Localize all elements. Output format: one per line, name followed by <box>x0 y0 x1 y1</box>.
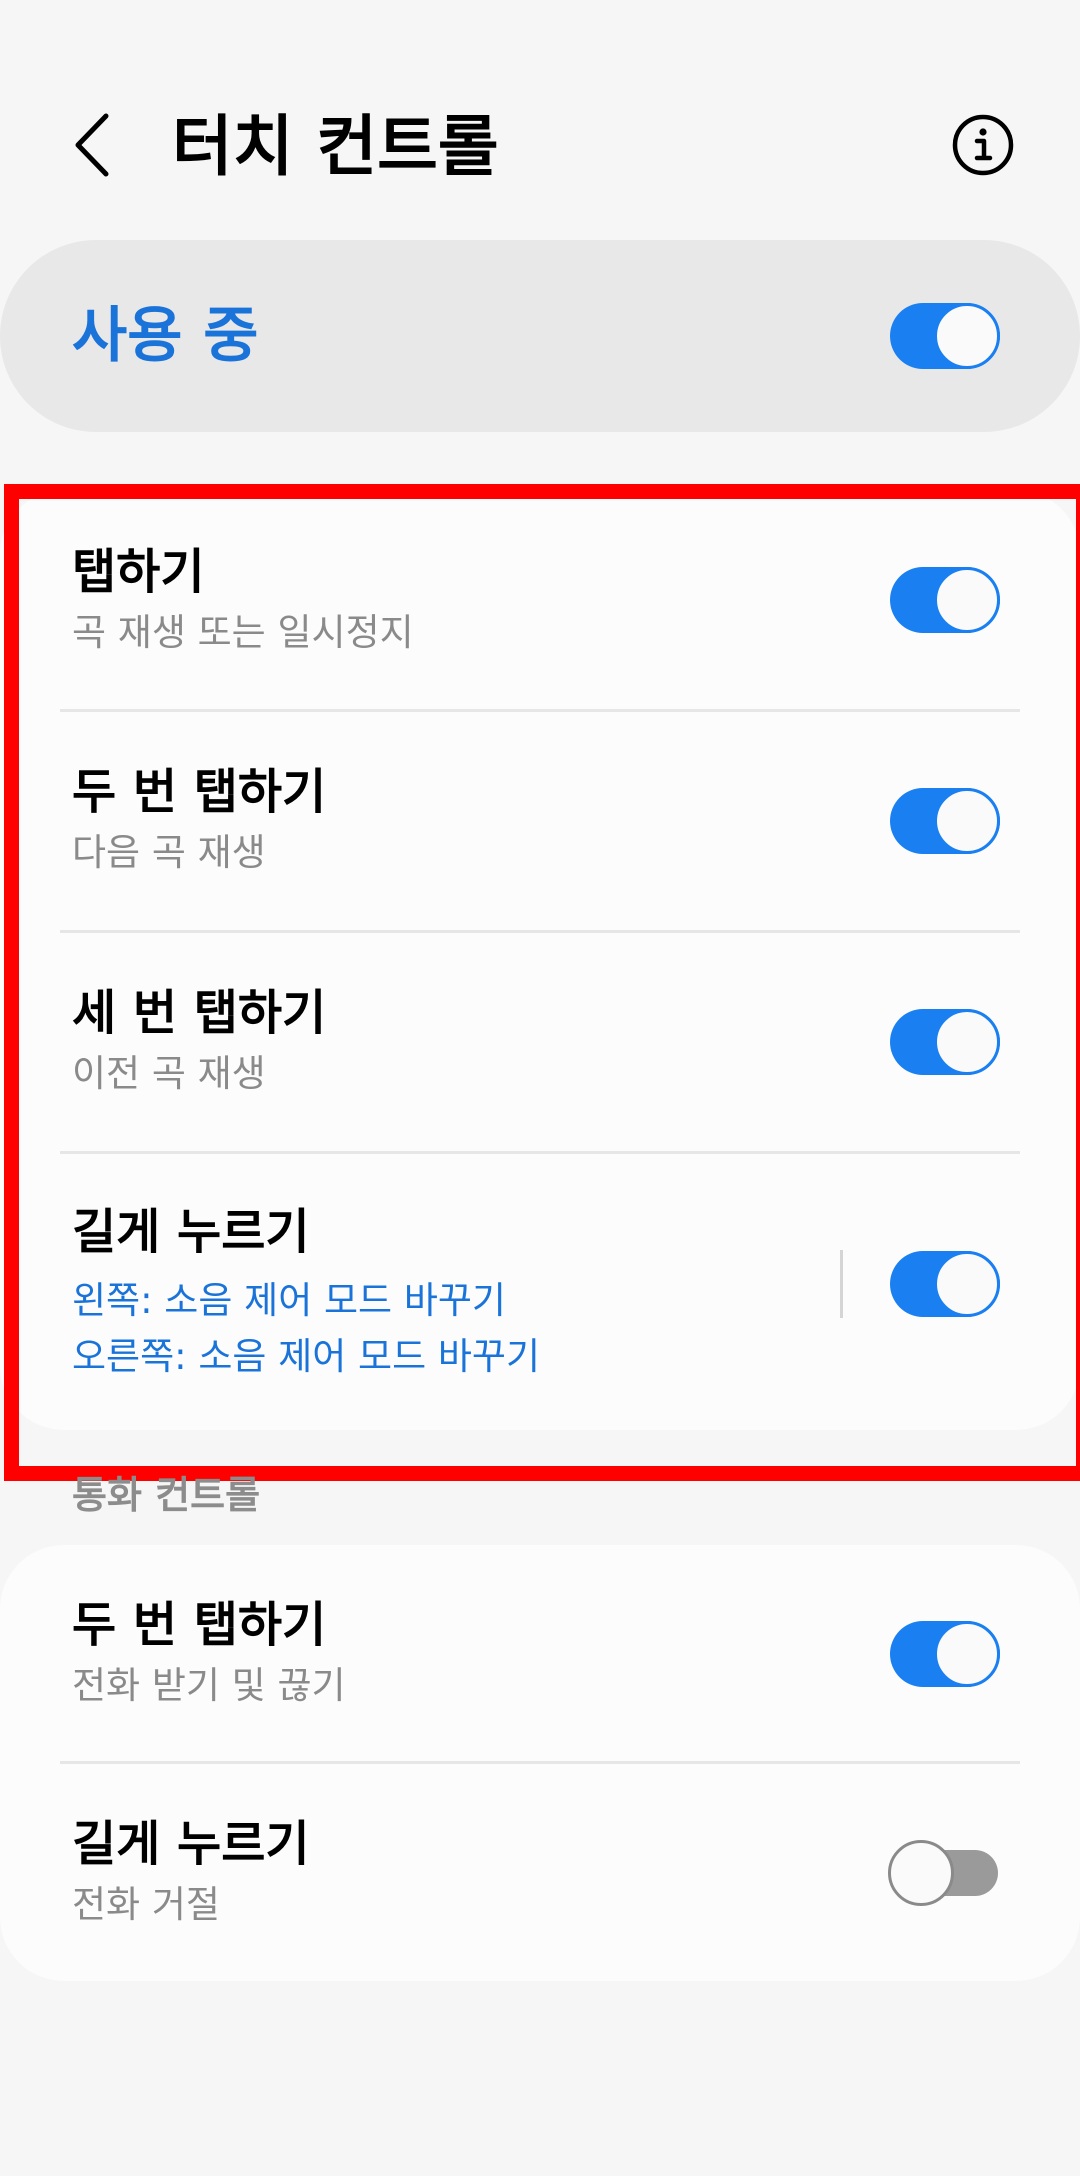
setting-title: 탭하기 <box>72 544 205 600</box>
tap-toggle[interactable] <box>890 567 1000 633</box>
triple-tap-toggle[interactable] <box>890 1009 1000 1075</box>
setting-title: 두 번 탭하기 <box>72 1597 327 1653</box>
page-title: 터치 컨트롤 <box>172 108 499 185</box>
info-button[interactable] <box>950 112 1016 178</box>
app-bar: 터치 컨트롤 <box>0 0 1080 240</box>
call-double-tap-toggle[interactable] <box>890 1621 1000 1687</box>
setting-row-triple-tap[interactable]: 세 번 탭하기 이전 곡 재생 <box>0 933 1080 1153</box>
back-button[interactable] <box>70 110 130 180</box>
info-icon <box>952 114 1014 176</box>
master-switch-label: 사용 중 <box>72 301 259 371</box>
setting-title: 세 번 탭하기 <box>72 985 327 1041</box>
setting-title: 두 번 탭하기 <box>72 764 327 820</box>
section-header-call-controls: 통화 컨트롤 <box>72 1473 261 1517</box>
setting-row-call-touch-and-hold[interactable]: 길게 누르기 전화 거절 <box>0 1764 1080 1981</box>
setting-subtitle: 전화 거절 <box>72 1883 220 1926</box>
setting-title: 길게 누르기 <box>72 1816 310 1872</box>
touch-and-hold-toggle[interactable] <box>890 1251 1000 1317</box>
master-toggle[interactable] <box>890 303 1000 369</box>
touch-controls-card: 탭하기 곡 재생 또는 일시정지 두 번 탭하기 다음 곡 재생 세 번 탭하기… <box>0 490 1080 1430</box>
call-controls-card: 두 번 탭하기 전화 받기 및 끊기 길게 누르기 전화 거절 <box>0 1545 1080 1981</box>
setting-row-touch-and-hold[interactable]: 길게 누르기 왼쪽: 소음 제어 모드 바꾸기 오른쪽: 소음 제어 모드 바꾸… <box>0 1154 1080 1430</box>
call-touch-and-hold-toggle[interactable] <box>888 1840 998 1906</box>
setting-row-double-tap[interactable]: 두 번 탭하기 다음 곡 재생 <box>0 712 1080 932</box>
setting-row-tap[interactable]: 탭하기 곡 재생 또는 일시정지 <box>0 490 1080 710</box>
toggle-knob <box>888 1840 954 1906</box>
setting-subtitle: 곡 재생 또는 일시정지 <box>72 611 414 654</box>
setting-title: 길게 누르기 <box>72 1204 310 1260</box>
vertical-separator <box>840 1250 843 1318</box>
toggle-knob <box>934 1009 1000 1075</box>
setting-row-call-double-tap[interactable]: 두 번 탭하기 전화 받기 및 끊기 <box>0 1545 1080 1763</box>
double-tap-toggle[interactable] <box>890 788 1000 854</box>
toggle-knob <box>934 1621 1000 1687</box>
toggle-knob <box>934 303 1000 369</box>
toggle-knob <box>934 567 1000 633</box>
chevron-left-icon <box>75 113 109 177</box>
setting-subtitle: 다음 곡 재생 <box>72 831 266 874</box>
setting-subtitle: 전화 받기 및 끊기 <box>72 1664 346 1707</box>
setting-subtitle: 이전 곡 재생 <box>72 1052 266 1095</box>
master-switch-bar[interactable]: 사용 중 <box>0 240 1080 432</box>
setting-subtitle-left: 왼쪽: 소음 제어 모드 바꾸기 <box>72 1279 506 1322</box>
toggle-knob <box>934 788 1000 854</box>
setting-subtitle-right: 오른쪽: 소음 제어 모드 바꾸기 <box>72 1335 540 1378</box>
toggle-knob <box>934 1251 1000 1317</box>
